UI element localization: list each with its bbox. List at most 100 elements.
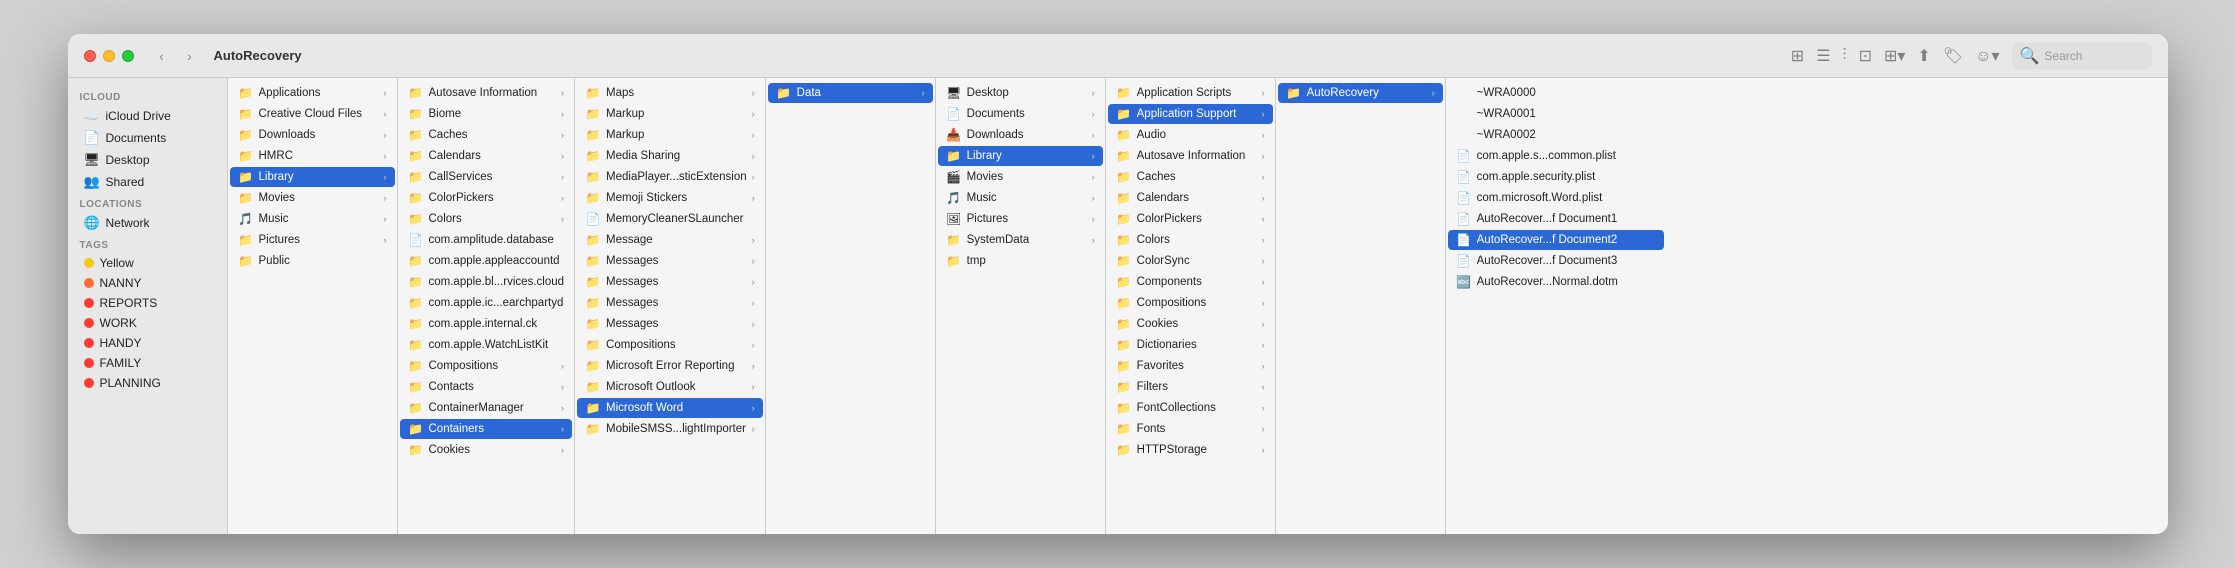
col-item-7-8[interactable]: 📄AutoRecover...f Document3 (1448, 251, 1664, 271)
col-item-1-8[interactable]: 📁com.apple.appleaccountd (400, 251, 573, 271)
col-item-5-15[interactable]: 📁FontCollections› (1108, 398, 1273, 418)
sidebar-item-tag-planning[interactable]: PLANNING (72, 373, 223, 393)
view-list-icon[interactable]: ☰ (1816, 46, 1830, 66)
col-item-2-4[interactable]: 📁MediaPlayer...sticExtension› (577, 167, 763, 187)
col-item-7-5[interactable]: 📄com.microsoft.Word.plist (1448, 188, 1664, 208)
sidebar-item-icloud-drive[interactable]: ☁️iCloud Drive (72, 105, 223, 127)
share-icon[interactable]: ⬆ (1917, 46, 1930, 66)
sidebar-item-tag-yellow[interactable]: Yellow (72, 253, 223, 273)
col-item-1-3[interactable]: 📁Calendars› (400, 146, 573, 166)
col-item-1-4[interactable]: 📁CallServices› (400, 167, 573, 187)
col-item-7-1[interactable]: 📄~WRA0001 (1448, 104, 1664, 124)
col-item-5-4[interactable]: 📁Caches› (1108, 167, 1273, 187)
col-item-4-5[interactable]: 🎵Music› (938, 188, 1103, 208)
col-item-5-5[interactable]: 📁Calendars› (1108, 188, 1273, 208)
sidebar-item-shared[interactable]: 👥Shared (72, 171, 223, 193)
back-button[interactable]: ‹ (150, 44, 174, 68)
col-item-5-10[interactable]: 📁Compositions› (1108, 293, 1273, 313)
more-icon[interactable]: ☺▾ (1975, 46, 1999, 66)
col-item-1-2[interactable]: 📁Caches› (400, 125, 573, 145)
col-item-2-12[interactable]: 📁Compositions› (577, 335, 763, 355)
sidebar-item-network[interactable]: 🌐Network (72, 212, 223, 234)
col-item-5-3[interactable]: 📁Autosave Information› (1108, 146, 1273, 166)
col-item-5-6[interactable]: 📁ColorPickers› (1108, 209, 1273, 229)
col-item-0-1[interactable]: 📁Creative Cloud Files› (230, 104, 395, 124)
col-item-1-0[interactable]: 📁Autosave Information› (400, 83, 573, 103)
sidebar-item-tag-work[interactable]: WORK (72, 313, 223, 333)
col-item-2-16[interactable]: 📁MobileSMSS...lightImporter› (577, 419, 763, 439)
minimize-button[interactable] (103, 50, 115, 62)
sidebar-item-tag-nanny[interactable]: NANNY (72, 273, 223, 293)
view-options-icon[interactable]: ⊞▾ (1884, 46, 1905, 66)
col-item-4-0[interactable]: 🖥Desktop› (938, 83, 1103, 103)
col-item-0-6[interactable]: 🎵Music› (230, 209, 395, 229)
col-item-2-14[interactable]: 📁Microsoft Outlook› (577, 377, 763, 397)
maximize-button[interactable] (122, 50, 134, 62)
col-item-0-7[interactable]: 📁Pictures› (230, 230, 395, 250)
col-item-0-0[interactable]: 📁Applications› (230, 83, 395, 103)
col-item-5-13[interactable]: 📁Favorites› (1108, 356, 1273, 376)
col-item-6-0[interactable]: 📁AutoRecovery› (1278, 83, 1443, 103)
col-item-0-3[interactable]: 📁HMRC› (230, 146, 395, 166)
col-item-5-1[interactable]: 📁Application Support› (1108, 104, 1273, 124)
col-item-2-7[interactable]: 📁Message› (577, 230, 763, 250)
col-item-2-9[interactable]: 📁Messages› (577, 272, 763, 292)
sidebar-item-desktop[interactable]: 🖥Desktop (72, 149, 223, 171)
col-item-5-8[interactable]: 📁ColorSync› (1108, 251, 1273, 271)
col-item-1-16[interactable]: 📁Containers› (400, 419, 573, 439)
col-item-1-15[interactable]: 📁ContainerManager› (400, 398, 573, 418)
col-item-0-5[interactable]: 📁Movies› (230, 188, 395, 208)
col-item-2-0[interactable]: 📁Maps› (577, 83, 763, 103)
col-item-1-11[interactable]: 📁com.apple.internal.ck (400, 314, 573, 334)
col-item-5-12[interactable]: 📁Dictionaries› (1108, 335, 1273, 355)
tag-icon[interactable]: 🏷 (1943, 46, 1963, 66)
search-box[interactable]: 🔍 (2012, 43, 2152, 69)
col-item-7-4[interactable]: 📄com.apple.security.plist (1448, 167, 1664, 187)
col-item-0-4[interactable]: 📁Library› (230, 167, 395, 187)
col-item-7-6[interactable]: 📄AutoRecover...f Document1 (1448, 209, 1664, 229)
col-item-0-8[interactable]: 📁Public (230, 251, 395, 271)
col-item-2-15[interactable]: 📁Microsoft Word› (577, 398, 763, 418)
col-item-7-3[interactable]: 📄com.apple.s...common.plist (1448, 146, 1664, 166)
search-input[interactable] (2044, 49, 2143, 63)
col-item-1-7[interactable]: 📄com.amplitude.database (400, 230, 573, 250)
col-item-1-14[interactable]: 📁Contacts› (400, 377, 573, 397)
col-item-5-9[interactable]: 📁Components› (1108, 272, 1273, 292)
col-item-7-0[interactable]: 📄~WRA0000 (1448, 83, 1664, 103)
col-item-0-2[interactable]: 📁Downloads› (230, 125, 395, 145)
col-item-4-3[interactable]: 📁Library› (938, 146, 1103, 166)
col-item-4-6[interactable]: 🖼Pictures› (938, 209, 1103, 229)
col-item-1-5[interactable]: 📁ColorPickers› (400, 188, 573, 208)
col-item-4-8[interactable]: 📁tmp (938, 251, 1103, 271)
sidebar-item-tag-handy[interactable]: HANDY (72, 333, 223, 353)
view-columns-icon[interactable]: ⫶ (1843, 47, 1847, 65)
col-item-4-7[interactable]: 📁SystemData› (938, 230, 1103, 250)
col-item-1-17[interactable]: 📁Cookies› (400, 440, 573, 460)
col-item-5-14[interactable]: 📁Filters› (1108, 377, 1273, 397)
col-item-2-1[interactable]: 📁Markup› (577, 104, 763, 124)
col-item-4-2[interactable]: 📥Downloads› (938, 125, 1103, 145)
col-item-2-5[interactable]: 📁Memoji Stickers› (577, 188, 763, 208)
view-grid-icon[interactable]: ⊞ (1791, 46, 1804, 66)
col-item-2-3[interactable]: 📁Media Sharing› (577, 146, 763, 166)
col-item-1-13[interactable]: 📁Compositions› (400, 356, 573, 376)
col-item-2-10[interactable]: 📁Messages› (577, 293, 763, 313)
col-item-5-17[interactable]: 📁HTTPStorage› (1108, 440, 1273, 460)
col-item-1-10[interactable]: 📁com.apple.ic...earchpartyd (400, 293, 573, 313)
col-item-7-2[interactable]: 📄~WRA0002 (1448, 125, 1664, 145)
col-item-1-6[interactable]: 📁Colors› (400, 209, 573, 229)
col-item-5-11[interactable]: 📁Cookies› (1108, 314, 1273, 334)
col-item-2-6[interactable]: 📄MemoryCleanerSLauncher (577, 209, 763, 229)
col-item-5-7[interactable]: 📁Colors› (1108, 230, 1273, 250)
col-item-2-2[interactable]: 📁Markup› (577, 125, 763, 145)
col-item-7-7[interactable]: 📄AutoRecover...f Document2 (1448, 230, 1664, 250)
col-item-2-11[interactable]: 📁Messages› (577, 314, 763, 334)
sidebar-item-documents[interactable]: 📄Documents (72, 127, 223, 149)
col-item-2-13[interactable]: 📁Microsoft Error Reporting› (577, 356, 763, 376)
forward-button[interactable]: › (178, 44, 202, 68)
close-button[interactable] (84, 50, 96, 62)
col-item-2-8[interactable]: 📁Messages› (577, 251, 763, 271)
col-item-1-12[interactable]: 📁com.apple.WatchListKit (400, 335, 573, 355)
col-item-4-4[interactable]: 🎬Movies› (938, 167, 1103, 187)
col-item-4-1[interactable]: 📄Documents› (938, 104, 1103, 124)
